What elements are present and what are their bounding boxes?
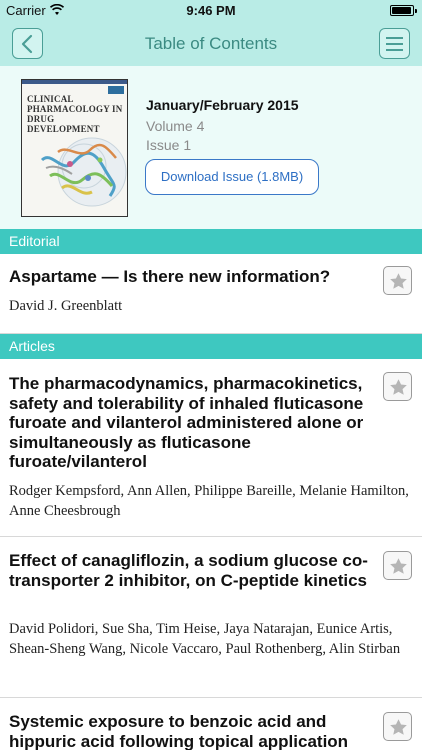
article-item[interactable]: Aspartame — Is there new information? Da… bbox=[0, 254, 422, 334]
star-icon bbox=[390, 379, 407, 395]
navigation-bar: Table of Contents bbox=[0, 22, 422, 66]
issue-cover-image[interactable]: CLINICAL PHARMACOLOGY IN DRUG DEVELOPMEN… bbox=[21, 79, 128, 217]
battery-icon bbox=[390, 5, 417, 16]
issue-volume: Volume 4 bbox=[146, 118, 205, 134]
hamburger-menu-icon bbox=[386, 37, 403, 39]
issue-header: CLINICAL PHARMACOLOGY IN DRUG DEVELOPMEN… bbox=[0, 66, 422, 229]
favorite-button[interactable] bbox=[383, 551, 412, 580]
download-issue-button[interactable]: Download Issue (1.8MB) bbox=[145, 159, 319, 195]
article-title[interactable]: Effect of canagliflozin, a sodium glucos… bbox=[9, 551, 381, 590]
favorite-button[interactable] bbox=[383, 372, 412, 401]
star-icon bbox=[390, 558, 407, 574]
article-item[interactable]: The pharmacodynamics, pharmacokinetics, … bbox=[0, 359, 422, 537]
star-icon bbox=[390, 719, 407, 735]
star-icon bbox=[390, 273, 407, 289]
section-header-editorial: Editorial bbox=[0, 229, 422, 254]
article-title[interactable]: The pharmacodynamics, pharmacokinetics, … bbox=[9, 374, 381, 472]
issue-date: January/February 2015 bbox=[146, 97, 299, 113]
page-title: Table of Contents bbox=[144, 34, 278, 53]
favorite-button[interactable] bbox=[383, 266, 412, 295]
article-authors: David Polidori, Sue Sha, Tim Heise, Jaya… bbox=[9, 621, 401, 657]
favorite-button[interactable] bbox=[383, 712, 412, 741]
section-header-articles: Articles bbox=[0, 334, 422, 359]
article-item[interactable]: Systemic exposure to benzoic acid and hi… bbox=[0, 698, 422, 750]
menu-button[interactable] bbox=[379, 28, 410, 59]
article-authors: David J. Greenblatt bbox=[9, 298, 123, 314]
clock: 9:46 PM bbox=[186, 3, 236, 18]
cover-journal-title: CLINICAL PHARMACOLOGY IN DRUG DEVELOPMEN… bbox=[27, 94, 123, 134]
issue-number: Issue 1 bbox=[146, 137, 192, 153]
article-title[interactable]: Systemic exposure to benzoic acid and hi… bbox=[9, 712, 381, 750]
article-title[interactable]: Aspartame — Is there new information? bbox=[9, 267, 381, 287]
article-authors: Rodger Kempsford, Ann Allen, Philippe Ba… bbox=[9, 483, 409, 519]
status-bar: Carrier 9:46 PM bbox=[0, 0, 422, 22]
article-item[interactable]: Effect of canagliflozin, a sodium glucos… bbox=[0, 537, 422, 698]
